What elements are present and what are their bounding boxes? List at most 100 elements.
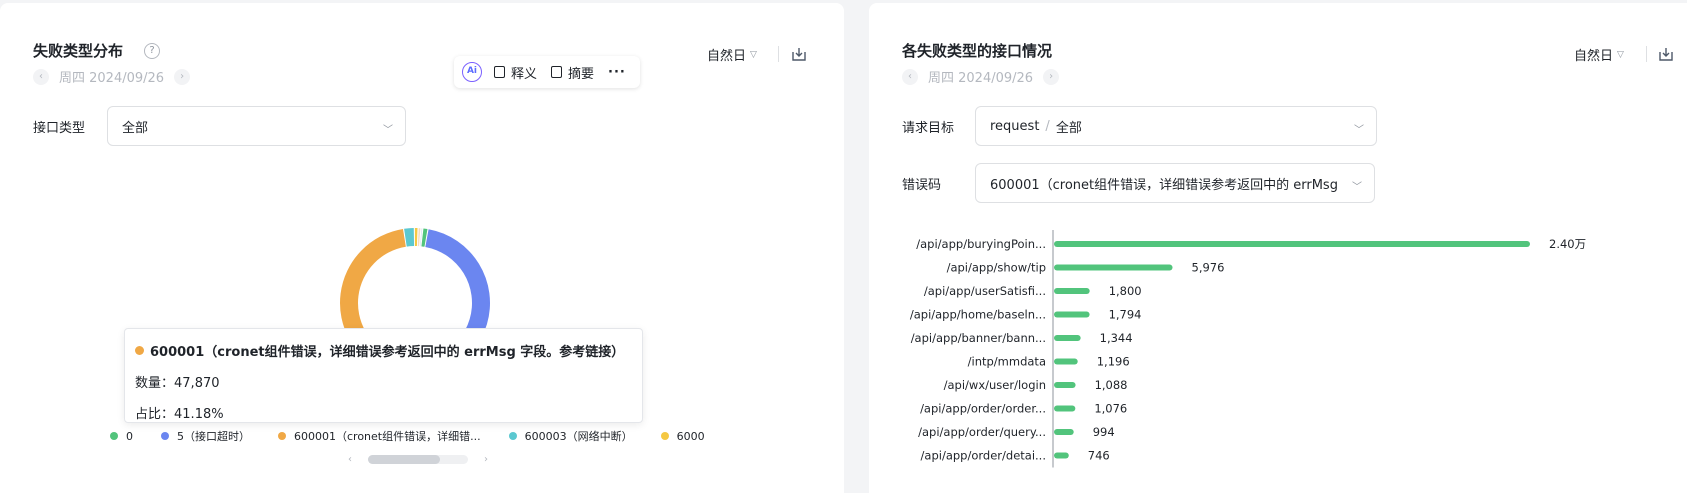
bar-value-label: 1,794 — [1109, 308, 1142, 322]
legend-dot — [660, 432, 669, 440]
legend-label: 6000 — [676, 429, 705, 443]
legend-label: 600003（网络中断） — [524, 430, 633, 443]
bar-value-label: 1,196 — [1097, 355, 1130, 369]
interface-type-value: 全部 — [122, 120, 149, 136]
bar[interactable] — [1054, 452, 1069, 459]
chart-tooltip: 600001（cronet组件错误，详细错误参考返回中的 errMsg 字段。参… — [124, 328, 643, 423]
explain-button[interactable]: 释义 — [494, 63, 537, 82]
request-target-select[interactable]: request / 全部 ﹀ — [975, 106, 1377, 146]
legend-dot — [161, 432, 169, 440]
more-icon[interactable]: ··· — [608, 65, 626, 80]
legend-scroll-thumb[interactable] — [368, 455, 440, 464]
donut-slice[interactable] — [414, 228, 418, 247]
bar[interactable] — [1054, 264, 1173, 271]
chevron-down-icon: ▽ — [750, 49, 757, 60]
ai-toolbar: Ai 释义 摘要 ··· — [454, 56, 640, 88]
bar-value-label: 1,800 — [1109, 284, 1142, 298]
scroll-right-icon[interactable]: › — [484, 454, 488, 465]
bar[interactable] — [1054, 241, 1530, 247]
bar-value-label: 5,976 — [1192, 261, 1225, 275]
chevron-down-icon: ▽ — [1617, 49, 1624, 60]
bar-value-label: 1,344 — [1100, 331, 1133, 345]
request-target-value: 全部 — [1055, 120, 1082, 136]
legend-item[interactable]: 0 — [110, 430, 133, 443]
legend-item[interactable]: 600001（cronet组件错误，详细错... — [278, 428, 481, 444]
tooltip-title: 600001（cronet组件错误，详细错误参考返回中的 errMsg 字段。参… — [150, 345, 625, 360]
error-code-value: 600001（cronet组件错误，详细错误参考返回中的 errMsg — [990, 177, 1338, 193]
tooltip-ratio-value: 41.18% — [174, 407, 224, 422]
bar-category-label: /api/app/home/baseln... — [910, 308, 1046, 322]
next-date-icon[interactable]: › — [174, 68, 191, 85]
bar[interactable] — [1054, 335, 1081, 341]
chevron-down-icon: ﹀ — [1352, 182, 1362, 193]
scroll-left-icon[interactable]: ‹ — [348, 454, 352, 465]
donut-slice[interactable] — [404, 228, 415, 247]
tooltip-ratio-label: 占比： — [135, 407, 175, 422]
bar-category-label: /api/wx/user/login — [944, 378, 1046, 392]
tooltip-count-value: 47,870 — [174, 376, 220, 391]
date-navigator: ‹ 周四 2024/09/26 › — [33, 67, 191, 86]
legend-item[interactable]: 5（接口超时） — [161, 428, 250, 444]
bar-category-label: /api/app/buryingPoin... — [916, 237, 1046, 251]
summary-label: 摘要 — [568, 66, 595, 82]
ai-icon[interactable]: Ai — [462, 62, 482, 82]
error-code-select[interactable]: 600001（cronet组件错误，详细错误参考返回中的 errMsg ﹀ — [975, 163, 1375, 203]
tooltip-count-label: 数量： — [135, 376, 175, 391]
legend-scrollbar[interactable] — [368, 455, 468, 464]
legend-dot — [508, 432, 517, 440]
request-target-label: 请求目标 — [902, 121, 955, 136]
interface-type-label: 接口类型 — [33, 121, 86, 136]
legend-item[interactable]: 6000 — [660, 429, 705, 443]
interface-type-select[interactable]: 全部 ﹀ — [107, 106, 406, 146]
prev-date-icon[interactable]: ‹ — [33, 68, 49, 85]
legend-label: 600001（cronet组件错误，详细错... — [294, 430, 481, 443]
date-label: 周四 2024/09/26 — [928, 71, 1034, 86]
legend-label: 5（接口超时） — [177, 430, 250, 443]
bar-category-label: /api/app/order/detai... — [921, 449, 1046, 463]
bar[interactable] — [1054, 429, 1074, 435]
bar-category-label: /api/app/show/tip — [947, 261, 1046, 275]
bar-category-label: /intp/mmdata — [968, 355, 1046, 369]
donut-slice[interactable] — [417, 228, 421, 247]
tooltip-count-row: 数量：47,870 — [135, 372, 632, 391]
period-select[interactable]: 自然日 ▽ — [707, 45, 757, 64]
bar[interactable] — [1054, 311, 1090, 318]
bar-value-label: 2.40万 — [1549, 237, 1586, 251]
error-code-label: 错误码 — [902, 178, 942, 193]
series-color-dot — [135, 346, 144, 355]
divider — [1646, 46, 1647, 62]
tooltip-ratio-row: 占比：41.18% — [135, 403, 632, 422]
bar-value-label: 1,076 — [1094, 402, 1127, 416]
failure-type-panel: 失败类型分布 ? ‹ 周四 2024/09/26 › 自然日 ▽ 接口类型 全部… — [0, 3, 844, 493]
date-label: 周四 2024/09/26 — [59, 71, 165, 86]
bar-category-label: /api/app/order/order... — [920, 402, 1046, 416]
period-select[interactable]: 自然日 ▽ — [1574, 45, 1624, 64]
summary-button[interactable]: 摘要 — [551, 63, 594, 82]
bar[interactable] — [1054, 405, 1076, 412]
legend-scroller: ‹ › — [348, 454, 488, 465]
prev-date-icon[interactable]: ‹ — [902, 68, 918, 85]
bar[interactable] — [1054, 288, 1090, 294]
period-label: 自然日 — [1574, 49, 1614, 64]
bar-value-label: 994 — [1093, 425, 1115, 439]
bar-category-label: /api/app/banner/bann... — [911, 331, 1046, 345]
chevron-down-icon: ﹀ — [383, 125, 393, 136]
bar-category-label: /api/app/order/query... — [918, 425, 1046, 439]
panel-title: 各失败类型的接口情况 — [902, 42, 1053, 60]
bar-category-label: /api/app/userSatisfi... — [924, 284, 1046, 298]
export-icon[interactable] — [1658, 46, 1674, 62]
export-icon[interactable] — [791, 46, 807, 62]
book-icon — [494, 66, 505, 78]
explain-label: 释义 — [511, 66, 538, 82]
next-date-icon[interactable]: › — [1043, 68, 1060, 85]
chart-legend: 0 5（接口超时） 600001（cronet组件错误，详细错... 600003（网… — [110, 427, 735, 445]
bar-value-label: 746 — [1088, 449, 1110, 463]
legend-dot — [110, 432, 118, 440]
document-icon — [551, 66, 563, 78]
period-label: 自然日 — [707, 49, 747, 64]
bar[interactable] — [1054, 382, 1076, 388]
request-target-type: request — [990, 118, 1040, 134]
help-icon[interactable]: ? — [144, 43, 160, 59]
bar[interactable] — [1054, 358, 1078, 365]
legend-item[interactable]: 600003（网络中断） — [508, 428, 633, 444]
